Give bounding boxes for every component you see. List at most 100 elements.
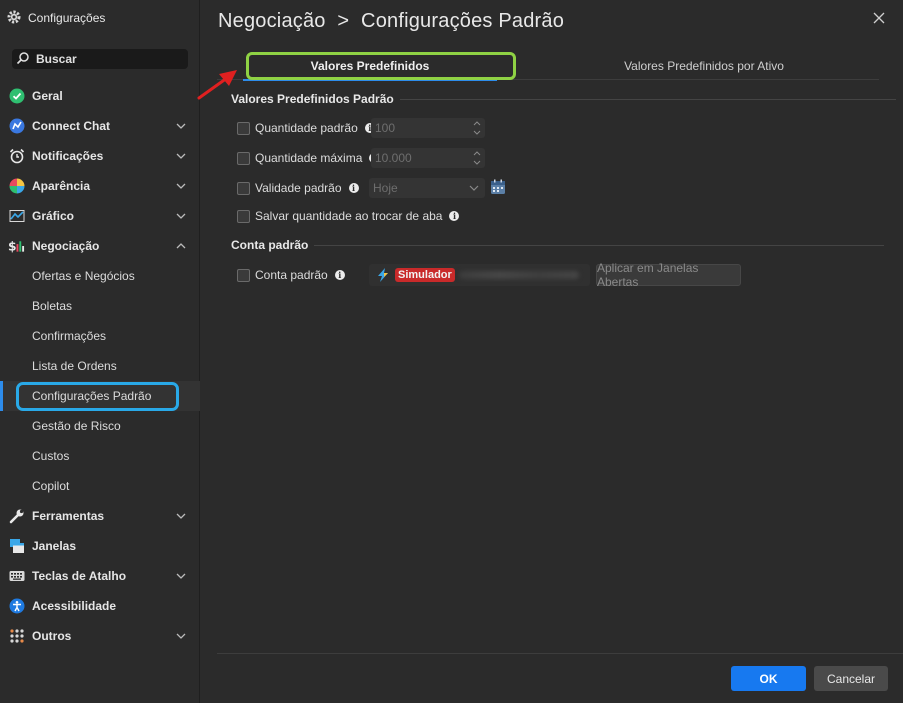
highlight-box-blue	[16, 382, 179, 411]
sidebar-item-geral[interactable]: Geral	[0, 81, 200, 111]
sidebar-item-gestao-de-risco[interactable]: Gestão de Risco	[0, 411, 200, 441]
sidebar-item-label: Gestão de Risco	[32, 419, 121, 433]
gear-icon	[6, 9, 22, 28]
validity-checkbox[interactable]	[237, 181, 250, 195]
section-header-account: Conta padrão	[231, 238, 885, 252]
sidebar-item-acessibilidade[interactable]: Acessibilidade	[0, 591, 200, 621]
validity-value: Hoje	[373, 181, 398, 195]
sidebar-item-copilot[interactable]: Copilot	[0, 471, 200, 501]
chart-icon	[8, 208, 25, 225]
tab-valores-predefinidos-por-ativo[interactable]: Valores Predefinidos por Ativo	[567, 52, 841, 80]
account-row: Conta padrão i	[237, 265, 345, 285]
sidebar-title: Configurações	[28, 11, 106, 25]
sidebar-nav: Geral Connect Chat Notificações Aparênci…	[0, 81, 200, 651]
sidebar-item-label: Janelas	[32, 539, 77, 553]
tab-label: Valores Predefinidos por Ativo	[624, 59, 784, 73]
sidebar-item-label: Connect Chat	[32, 119, 110, 133]
sidebar-item-label: Acessibilidade	[32, 599, 117, 613]
max-quantity-value: 10.000	[375, 151, 412, 165]
sidebar-item-ofertas-e-negocios[interactable]: Ofertas e Negócios	[0, 261, 200, 291]
quantity-input[interactable]: 100	[371, 118, 485, 138]
max-quantity-checkbox[interactable]	[237, 151, 250, 165]
sidebar-item-boletas[interactable]: Boletas	[0, 291, 200, 321]
sidebar-item-confirmacoes[interactable]: Confirmações	[0, 321, 200, 351]
sidebar-item-label: Teclas de Atalho	[32, 569, 127, 583]
info-icon[interactable]: i	[348, 183, 359, 193]
chevron-down-icon	[176, 633, 186, 639]
simulator-badge: Simulador	[395, 268, 455, 282]
search-icon	[16, 51, 30, 68]
sidebar-item-label: Boletas	[32, 299, 73, 313]
ok-label: OK	[759, 671, 778, 686]
sidebar-item-negociacao[interactable]: $ Negociação	[0, 231, 200, 261]
sidebar-item-label: Negociação	[32, 239, 100, 253]
check-circle-icon	[8, 88, 25, 105]
section-divider	[399, 98, 896, 100]
max-quantity-label: Quantidade máxima	[255, 151, 363, 165]
sidebar-item-lista-de-ordens[interactable]: Lista de Ordens	[0, 351, 200, 381]
ok-button[interactable]: OK	[731, 666, 806, 691]
calendar-icon[interactable]	[490, 179, 506, 195]
chevron-down-icon	[176, 123, 186, 129]
sidebar-item-grafico[interactable]: Gráfico	[0, 201, 200, 231]
sidebar-item-teclas-de-atalho[interactable]: Teclas de Atalho	[0, 561, 200, 591]
dollar-chart-icon: $	[8, 238, 25, 255]
sidebar-item-ferramentas[interactable]: Ferramentas	[0, 501, 200, 531]
account-checkbox[interactable]	[237, 268, 250, 282]
close-icon[interactable]	[872, 11, 886, 25]
sidebar-item-janelas[interactable]: Janelas	[0, 531, 200, 561]
search-input[interactable]: Buscar	[12, 49, 188, 69]
account-select[interactable]: Simulador	[369, 264, 590, 286]
sidebar-item-notificacoes[interactable]: Notificações	[0, 141, 200, 171]
section-title: Valores Predefinidos Padrão	[231, 92, 394, 106]
svg-text:$: $	[8, 240, 17, 254]
search-label: Buscar	[36, 52, 77, 66]
cancel-button[interactable]: Cancelar	[814, 666, 888, 691]
section-divider	[314, 244, 885, 246]
chevron-down-icon	[176, 183, 186, 189]
max-quantity-input[interactable]: 10.000	[371, 148, 485, 168]
dots-grid-icon	[8, 628, 25, 645]
sidebar-item-outros[interactable]: Outros	[0, 621, 200, 651]
wrench-icon	[8, 508, 25, 525]
breadcrumb-separator: >	[337, 10, 350, 32]
validity-select[interactable]: Hoje	[369, 178, 485, 198]
save-on-tab-row: Salvar quantidade ao trocar de aba i	[237, 206, 460, 226]
windows-stack-icon	[8, 538, 25, 555]
chevron-down-icon	[176, 513, 186, 519]
sidebar-item-label: Ofertas e Negócios	[32, 269, 135, 283]
apply-open-windows-button[interactable]: Aplicar em Janelas Abertas	[596, 261, 741, 289]
sidebar-item-aparencia[interactable]: Aparência	[0, 171, 200, 201]
sidebar-item-custos[interactable]: Custos	[0, 441, 200, 471]
section-header-defaults: Valores Predefinidos Padrão	[231, 92, 896, 106]
sidebar-header: Configurações	[6, 8, 105, 28]
save-on-tab-label: Salvar quantidade ao trocar de aba	[255, 209, 443, 223]
spinner-arrows-icon[interactable]	[473, 119, 481, 137]
sidebar-item-connect-chat[interactable]: Connect Chat	[0, 111, 200, 141]
accessibility-icon	[8, 598, 25, 615]
chevron-down-icon	[469, 185, 479, 191]
quantity-checkbox[interactable]	[237, 121, 250, 135]
breadcrumb-current: Configurações Padrão	[361, 10, 565, 32]
sidebar-item-label: Notificações	[32, 149, 104, 163]
sidebar-item-label: Geral	[32, 89, 63, 103]
chevron-down-icon	[176, 153, 186, 159]
spinner-arrows-icon[interactable]	[473, 149, 481, 167]
chevron-up-icon	[176, 243, 186, 249]
sidebar-item-label: Custos	[32, 449, 70, 463]
max-quantity-row: Quantidade máxima i	[237, 148, 380, 168]
info-icon[interactable]: i	[334, 270, 345, 280]
sidebar-item-label: Gráfico	[32, 209, 75, 223]
sidebar-item-label: Aparência	[32, 179, 91, 193]
save-on-tab-checkbox[interactable]	[237, 209, 250, 223]
page-title: Negociação > Configurações Padrão	[218, 10, 564, 33]
cancel-label: Cancelar	[826, 671, 876, 686]
validity-label: Validade padrão	[255, 181, 342, 195]
account-id-redacted	[458, 271, 579, 279]
info-icon[interactable]: i	[449, 211, 460, 221]
sidebar: Configurações Buscar Geral Connect Chat …	[0, 0, 200, 703]
sidebar-item-label: Outros	[32, 629, 72, 643]
sidebar-item-configuracoes-padrao[interactable]: Configurações Padrão	[0, 381, 200, 411]
sidebar-item-label: Ferramentas	[32, 509, 105, 523]
color-wheel-icon	[8, 178, 25, 195]
